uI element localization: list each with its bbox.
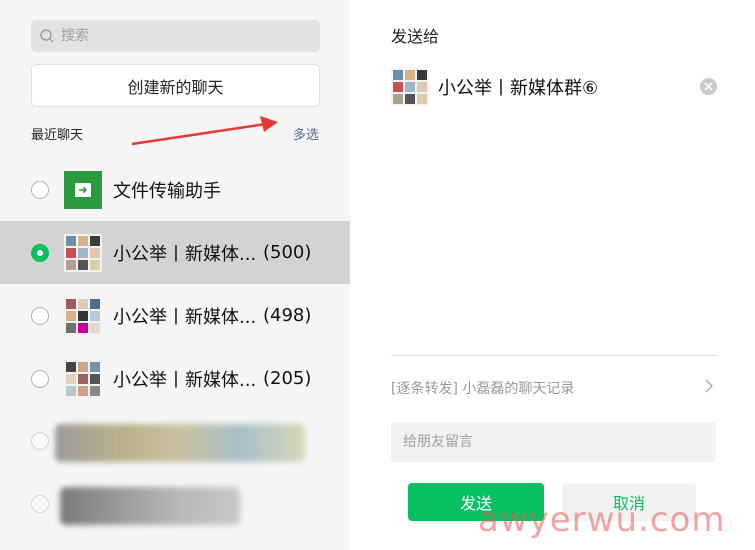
share-dialog: 创建新的聊天 最近聊天 多选 文件传输助手	[0, 0, 755, 550]
right-panel: 发送给 小公举丨新媒体群⑥ [逐条转发] 小磊磊的聊天记录 给朋友留言 发送 取…	[350, 0, 755, 550]
chat-name: 小公举丨新媒体...	[113, 306, 257, 328]
cancel-button[interactable]: 取消	[562, 483, 696, 521]
redaction-scribble	[60, 487, 240, 525]
radio-button[interactable]	[31, 306, 49, 325]
red-arrow-annotation	[131, 116, 278, 146]
list-item[interactable]: 小公举丨新媒体... (500)	[0, 221, 350, 284]
radio-button[interactable]	[31, 369, 49, 388]
create-chat-button[interactable]: 创建新的聊天	[31, 64, 320, 107]
remove-recipient-icon[interactable]	[700, 78, 717, 95]
file-transfer-icon	[64, 170, 102, 209]
redaction-scribble	[55, 424, 305, 462]
selected-recipient: 小公举丨新媒体群⑥	[391, 68, 717, 106]
send-to-title: 发送给	[391, 27, 440, 46]
member-count: (498)	[263, 305, 312, 326]
message-input[interactable]	[401, 433, 705, 451]
multi-select-link[interactable]: 多选	[293, 124, 319, 143]
list-item[interactable]: 小公举丨新媒体... (205)	[0, 347, 350, 410]
recent-chats-label: 最近聊天	[31, 128, 84, 143]
radio-button-checked[interactable]	[31, 243, 49, 262]
radio-button	[31, 432, 49, 450]
send-button[interactable]: 发送	[408, 483, 544, 521]
radio-button	[31, 495, 49, 513]
group-avatar	[64, 233, 102, 272]
chat-list: 文件传输助手 小公举丨新媒体... (500) 小公举丨新媒体... (498)…	[0, 158, 350, 536]
left-panel: 创建新的聊天 最近聊天 多选 文件传输助手	[0, 0, 350, 550]
recipient-name: 小公举丨新媒体群⑥	[438, 78, 599, 99]
search-icon	[40, 29, 54, 43]
chat-name: 小公举丨新媒体...	[113, 369, 257, 391]
list-item-redacted	[0, 473, 350, 536]
message-box[interactable]	[391, 422, 716, 462]
group-avatar	[64, 359, 102, 398]
chevron-right-icon[interactable]	[703, 378, 715, 394]
list-item[interactable]: 文件传输助手	[0, 158, 350, 221]
radio-button[interactable]	[31, 180, 49, 199]
member-count: (500)	[263, 242, 312, 263]
list-item[interactable]: 小公举丨新媒体... (498)	[0, 284, 350, 347]
divider	[391, 355, 716, 356]
forward-mode-link[interactable]: [逐条转发] 小磊磊的聊天记录	[391, 378, 574, 398]
chat-name: 文件传输助手	[113, 180, 221, 202]
group-avatar	[391, 68, 429, 106]
chat-name: 小公举丨新媒体...	[113, 243, 257, 265]
search-input[interactable]	[59, 27, 303, 45]
member-count: (205)	[263, 368, 312, 389]
search-box[interactable]	[31, 20, 320, 52]
list-item-redacted	[0, 410, 350, 473]
group-avatar	[64, 296, 102, 335]
